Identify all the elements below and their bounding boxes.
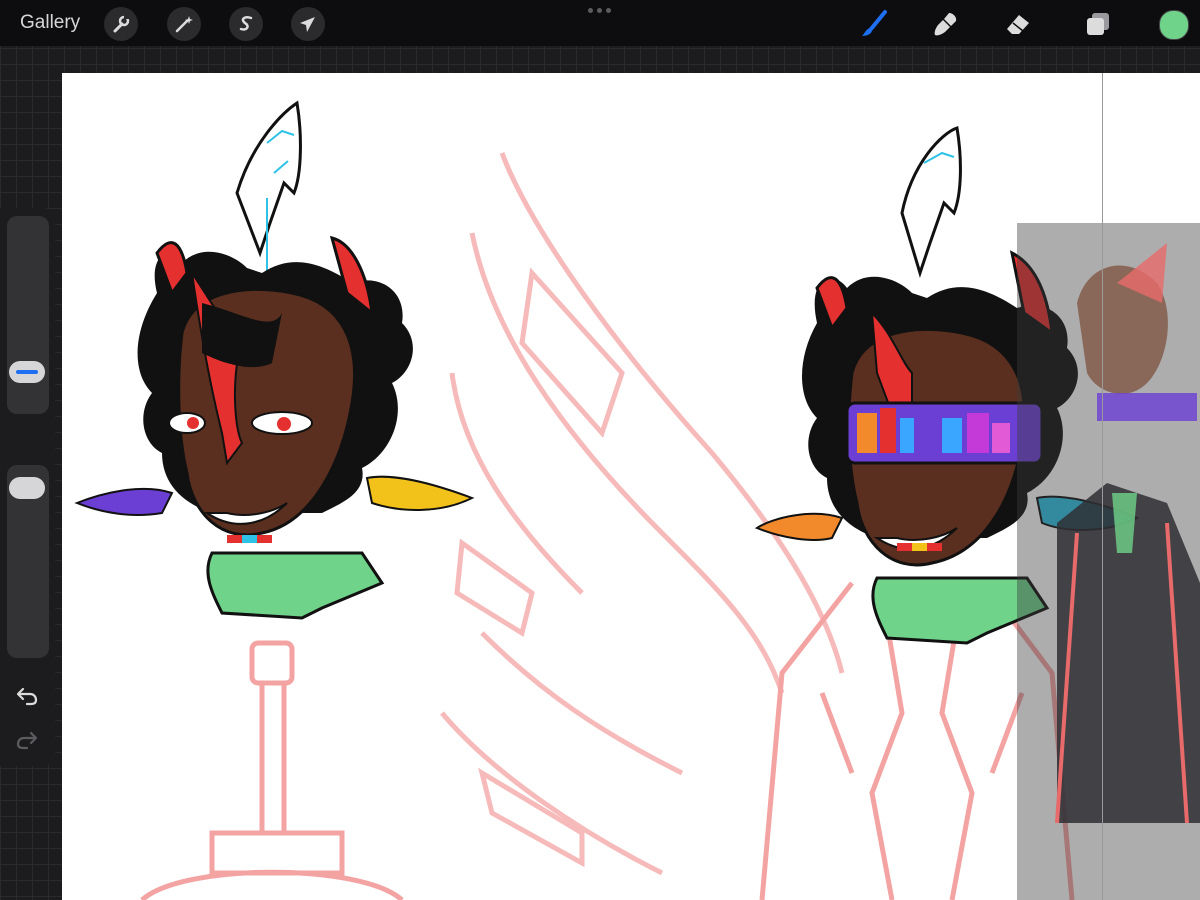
redo-icon [15,728,39,752]
gallery-button[interactable]: Gallery [20,12,80,34]
brush-size-knob[interactable] [9,361,45,383]
selection-button[interactable] [229,7,263,41]
sketch-lines [440,152,845,876]
reference-artwork [1055,243,1200,824]
window-grabber[interactable] [588,8,611,13]
brush-button[interactable] [857,7,891,41]
undo-icon [15,684,39,708]
actions-wrench-button[interactable] [104,7,138,41]
magic-wand-icon [174,14,194,34]
layers-button[interactable] [1081,7,1115,41]
transform-arrow-icon [298,14,318,34]
left-sidebar [0,208,55,766]
adjustments-wand-button[interactable] [167,7,201,41]
eraser-icon [1003,9,1033,39]
brush-size-slider[interactable] [7,216,49,414]
undo-button[interactable] [13,682,41,710]
transform-button[interactable] [291,7,325,41]
selection-s-icon [236,14,256,34]
sketch-sword [140,640,404,900]
smudge-button[interactable] [929,7,963,41]
smudge-icon [931,9,961,39]
color-picker-swatch[interactable] [1159,10,1189,40]
reference-image-panel[interactable] [1017,223,1200,900]
character-headshot-left [74,100,475,620]
top-toolbar: Gallery [0,0,1200,46]
eraser-button[interactable] [1001,7,1035,41]
opacity-knob[interactable] [9,477,45,499]
layers-icon [1083,9,1113,39]
vertical-guide-line [1102,73,1103,900]
redo-button[interactable] [13,726,41,754]
opacity-slider[interactable] [7,465,49,658]
brush-icon [859,9,889,39]
wrench-icon [111,14,131,34]
